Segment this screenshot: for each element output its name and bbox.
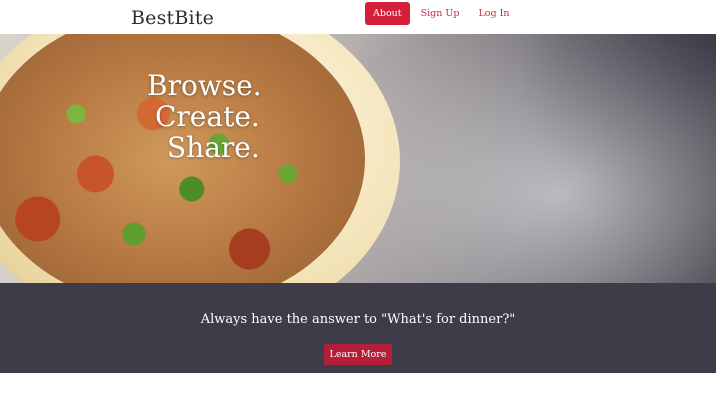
- top-navbar: BestBite About Sign Up Log In: [0, 0, 716, 34]
- hero-headline-line-share: Share.: [167, 131, 260, 164]
- nav-link-log-in[interactable]: Log In: [470, 2, 517, 25]
- page-footer-space: [0, 373, 716, 400]
- brand-logo-link[interactable]: BestBite: [131, 7, 214, 29]
- nav-link-about[interactable]: About: [365, 2, 410, 25]
- hero-headline: Browse. Create. Share.: [147, 70, 262, 163]
- cta-section: Always have the answer to "What's for di…: [0, 283, 716, 373]
- hero-headline-line-create: Create.: [155, 100, 260, 133]
- learn-more-button[interactable]: Learn More: [324, 344, 392, 365]
- hero-headline-line-browse: Browse.: [147, 69, 262, 102]
- hero-banner: Browse. Create. Share.: [0, 34, 716, 283]
- nav-links: About Sign Up Log In: [365, 2, 520, 25]
- cta-tagline: Always have the answer to "What's for di…: [200, 312, 516, 327]
- nav-link-sign-up[interactable]: Sign Up: [413, 2, 468, 25]
